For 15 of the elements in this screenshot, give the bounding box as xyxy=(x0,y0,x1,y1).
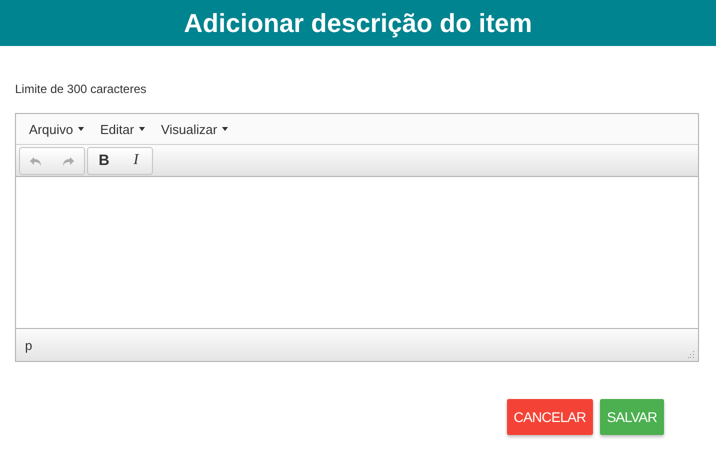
cancel-button[interactable]: CANCELAR xyxy=(506,399,593,435)
menu-item[interactable]: Editar xyxy=(93,118,152,140)
italic-button[interactable]: I xyxy=(120,148,152,174)
dialog-title: Adicionar descrição do item xyxy=(184,8,532,38)
bold-button[interactable]: B xyxy=(88,148,120,174)
resize-handle-icon[interactable] xyxy=(688,351,695,358)
caret-icon xyxy=(139,127,146,131)
menu-item[interactable]: Visualizar xyxy=(154,118,236,140)
caret-icon xyxy=(78,127,84,131)
element-path: p xyxy=(25,338,32,352)
undo-icon xyxy=(30,154,42,166)
caret-icon xyxy=(222,127,228,131)
redo-icon xyxy=(62,154,74,166)
menu-item[interactable]: Arquivo xyxy=(22,118,92,140)
character-limit-label: Limite de 300 caracteres xyxy=(15,82,146,96)
